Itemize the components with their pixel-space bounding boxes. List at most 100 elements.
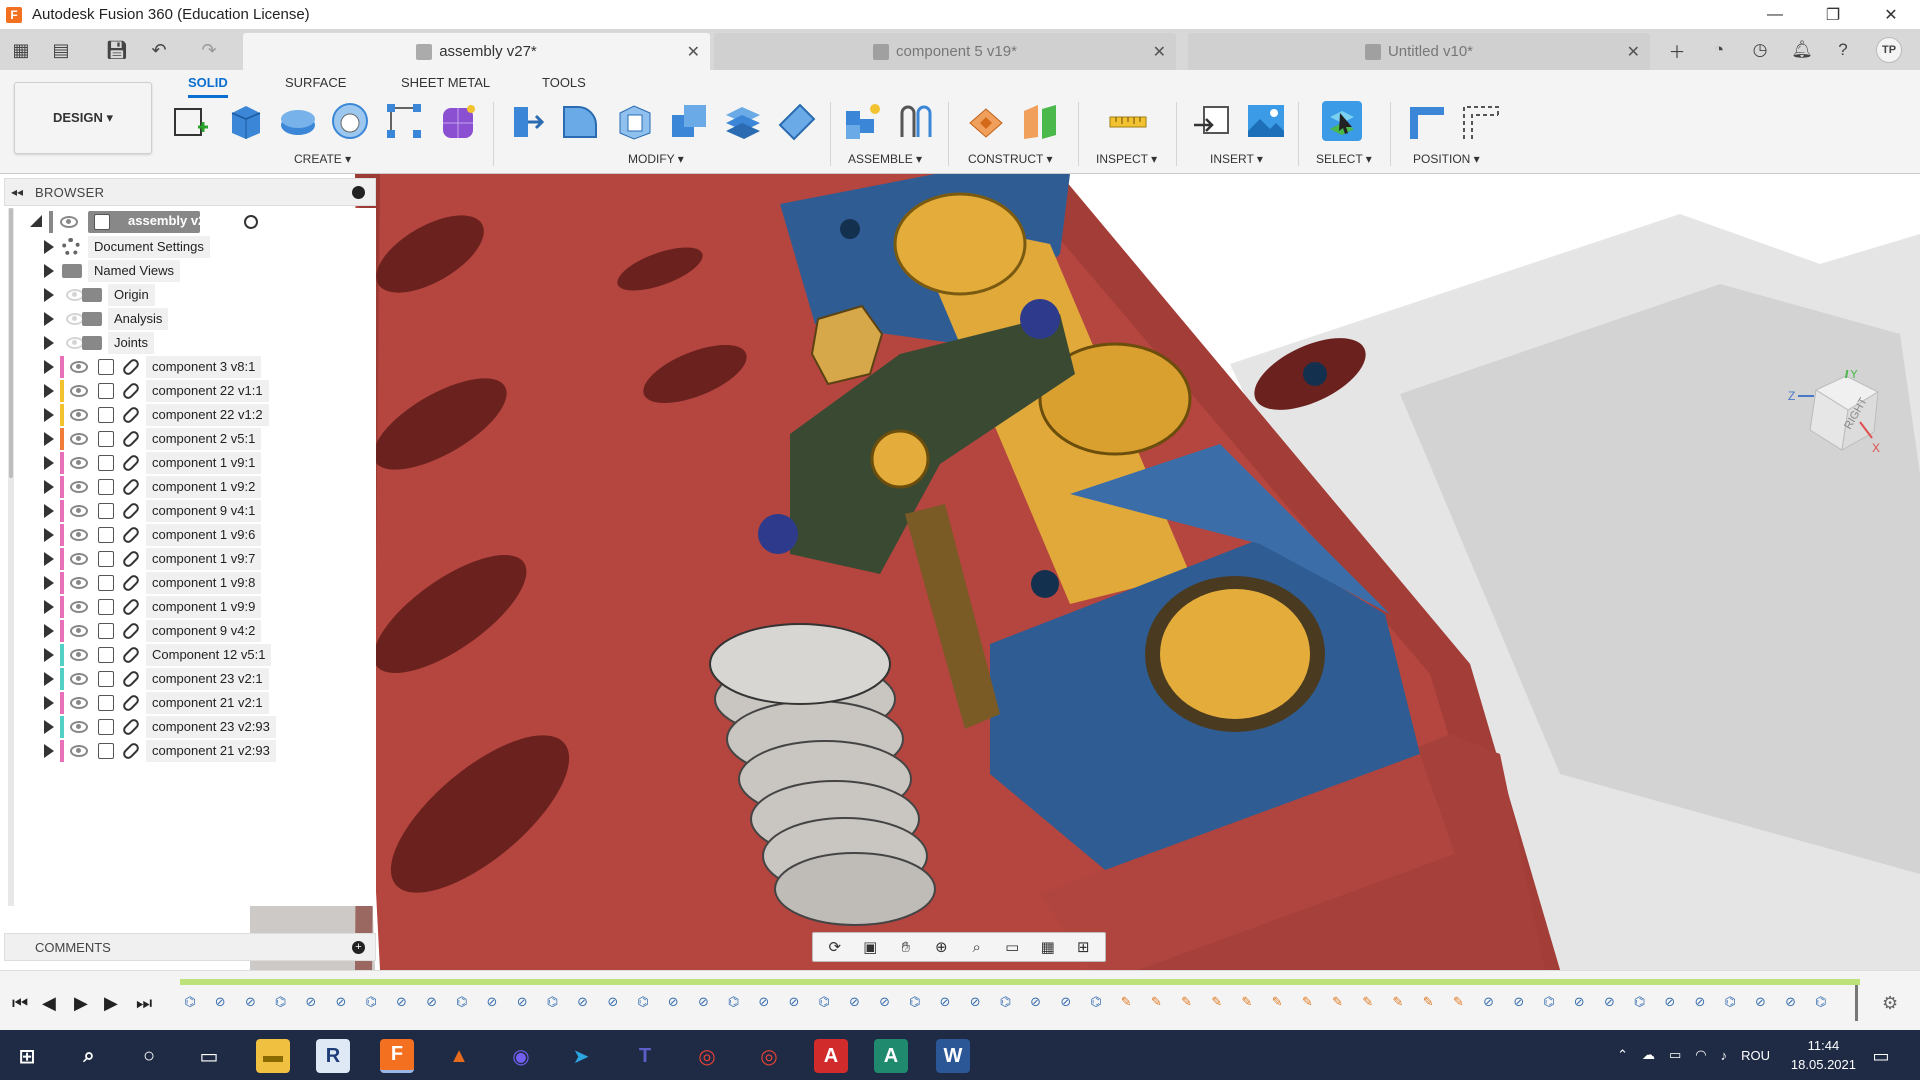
tree-component-row[interactable]: component 23 v2:1 (4, 667, 376, 691)
timeline-joint-icon[interactable]: ✎ (1237, 991, 1257, 1013)
expand-triangle-icon[interactable] (44, 552, 54, 566)
position-group-label[interactable]: POSITION ▾ (1413, 152, 1480, 166)
timeline-feature-icon[interactable]: ⊘ (482, 991, 502, 1013)
go-to-start-icon[interactable]: ⏮ (12, 993, 28, 1014)
timeline-joint-icon[interactable]: ✎ (1418, 991, 1438, 1013)
expand-triangle-icon[interactable] (44, 672, 54, 686)
browser-options-icon[interactable] (352, 186, 365, 199)
visibility-eye-icon[interactable] (70, 409, 88, 421)
new-component-icon[interactable] (842, 101, 882, 141)
job-status-clock-icon[interactable]: ◷ (1747, 37, 1773, 63)
expand-triangle-icon[interactable] (44, 624, 54, 638)
timeline-feature-icon[interactable]: ⊘ (240, 991, 260, 1013)
tab-surface[interactable]: SURFACE (285, 75, 346, 95)
insert-canvas-icon[interactable] (1246, 101, 1286, 141)
notifications-bell-icon[interactable]: 🔔︎ (1789, 37, 1815, 63)
create-sketch-icon[interactable] (170, 101, 210, 141)
timeline-feature-icon[interactable]: ⌬ (1086, 991, 1106, 1013)
timeline-settings-gear-icon[interactable]: ⚙︎ (1882, 993, 1898, 1014)
press-pull-icon[interactable] (506, 101, 546, 141)
select-icon[interactable] (1322, 101, 1362, 141)
visibility-eye-icon[interactable] (70, 721, 88, 733)
timeline-feature-icon[interactable]: ⌬ (1630, 991, 1650, 1013)
revert-position-icon[interactable] (1460, 101, 1500, 141)
tree-component-row[interactable]: component 1 v9:7 (4, 547, 376, 571)
teams-icon[interactable]: T (628, 1039, 662, 1073)
create-group-label[interactable]: CREATE ▾ (294, 152, 351, 166)
task-view-icon[interactable]: ▭ (192, 1039, 226, 1073)
tree-component-row[interactable]: component 1 v9:2 (4, 475, 376, 499)
timeline-feature-icon[interactable]: ⌬ (905, 991, 925, 1013)
visibility-eye-icon[interactable] (70, 745, 88, 757)
visibility-eye-icon[interactable] (70, 673, 88, 685)
timeline-feature-icon[interactable]: ⌬ (633, 991, 653, 1013)
r-app-icon[interactable]: R (316, 1039, 350, 1073)
look-at-icon[interactable]: ▣ (858, 937, 882, 957)
tree-root-assembly[interactable]: assembly v27 (4, 210, 376, 234)
timeline-joint-icon[interactable]: ✎ (1267, 991, 1287, 1013)
timeline-feature-icon[interactable]: ⊘ (512, 991, 532, 1013)
tab-assembly[interactable]: assembly v27* ✕ (243, 33, 710, 70)
timeline-joint-icon[interactable]: ✎ (1328, 991, 1348, 1013)
timeline-feature-icon[interactable]: ⊘ (603, 991, 623, 1013)
timeline-joint-icon[interactable]: ✎ (1177, 991, 1197, 1013)
insert-derive-icon[interactable] (1192, 101, 1232, 141)
visibility-eye-icon[interactable] (70, 481, 88, 493)
timeline-feature-icon[interactable]: ⊘ (784, 991, 804, 1013)
timeline-feature-icon[interactable]: ⊘ (1509, 991, 1529, 1013)
expand-triangle-icon[interactable] (44, 408, 54, 422)
joint-icon[interactable] (896, 101, 936, 141)
chrome-profile-icon[interactable]: ◎ (752, 1039, 786, 1073)
timeline-feature-icon[interactable]: ⌬ (1811, 991, 1831, 1013)
tree-component-row[interactable]: component 23 v2:93 (4, 715, 376, 739)
timeline-feature-icon[interactable]: ⊘ (1026, 991, 1046, 1013)
offset-face-icon[interactable] (722, 101, 762, 141)
timeline-feature-icon[interactable]: ⌬ (995, 991, 1015, 1013)
plane-at-angle-icon[interactable] (1020, 101, 1060, 141)
timeline-marker[interactable] (1855, 985, 1858, 1021)
timeline-feature-icon[interactable]: ⊘ (1750, 991, 1770, 1013)
tree-component-row[interactable]: component 1 v9:6 (4, 523, 376, 547)
visibility-eye-icon[interactable] (70, 625, 88, 637)
expand-triangle-icon[interactable] (44, 264, 54, 278)
view-cube[interactable]: RIGHT Z Y X (1786, 365, 1886, 463)
tree-component-row[interactable]: component 1 v9:1 (4, 451, 376, 475)
visibility-eye-icon[interactable] (70, 577, 88, 589)
publisher-app-icon[interactable]: A (874, 1039, 908, 1073)
visibility-eye-icon[interactable] (70, 601, 88, 613)
timeline-feature-icon[interactable]: ⊘ (573, 991, 593, 1013)
step-forward-icon[interactable]: ▶ (104, 993, 118, 1014)
timeline-feature-icon[interactable]: ⊘ (663, 991, 683, 1013)
expand-triangle-icon[interactable] (44, 288, 54, 302)
tree-folder-named-views[interactable]: Named Views (4, 259, 376, 283)
timeline-joint-icon[interactable]: ✎ (1297, 991, 1317, 1013)
add-comment-icon[interactable]: + (352, 941, 365, 954)
expand-triangle-icon[interactable] (44, 432, 54, 446)
maximize-button[interactable]: ❐ (1804, 0, 1862, 29)
undo-icon[interactable]: ↶ (146, 37, 172, 63)
combine-icon[interactable] (668, 101, 708, 141)
timeline-feature-icon[interactable]: ⊘ (301, 991, 321, 1013)
extensions-icon[interactable]: ◔ (1706, 37, 1732, 63)
timeline-feature-icon[interactable]: ⊘ (1781, 991, 1801, 1013)
tree-component-row[interactable]: component 22 v1:2 (4, 403, 376, 427)
volume-icon[interactable]: ♪ (1721, 1048, 1728, 1063)
close-button[interactable]: ✕ (1862, 0, 1920, 29)
tree-component-row[interactable]: Component 12 v5:1 (4, 643, 376, 667)
zoom-icon[interactable]: ⊕ (929, 937, 953, 957)
assemble-group-label[interactable]: ASSEMBLE ▾ (848, 152, 922, 166)
fusion-360-icon[interactable]: F (380, 1039, 414, 1073)
timeline-joint-icon[interactable]: ✎ (1207, 991, 1227, 1013)
onedrive-cloud-icon[interactable]: ☁︎ (1642, 1047, 1655, 1063)
tree-component-row[interactable]: component 1 v9:9 (4, 595, 376, 619)
clock[interactable]: 11:44 18.05.2021 (1791, 1036, 1856, 1074)
select-group-label[interactable]: SELECT ▾ (1316, 152, 1372, 166)
tab-solid[interactable]: SOLID (188, 75, 228, 98)
file-menu-icon[interactable]: ▤ (48, 37, 74, 63)
visibility-eye-icon[interactable] (70, 361, 88, 373)
tab-component-5[interactable]: component 5 v19* ✕ (714, 33, 1176, 70)
timeline-feature-icon[interactable]: ⌬ (1539, 991, 1559, 1013)
timeline-feature-icon[interactable]: ⊘ (1660, 991, 1680, 1013)
tab-untitled[interactable]: Untitled v10* ✕ (1188, 33, 1650, 70)
tree-folder-analysis[interactable]: Analysis (4, 307, 376, 331)
